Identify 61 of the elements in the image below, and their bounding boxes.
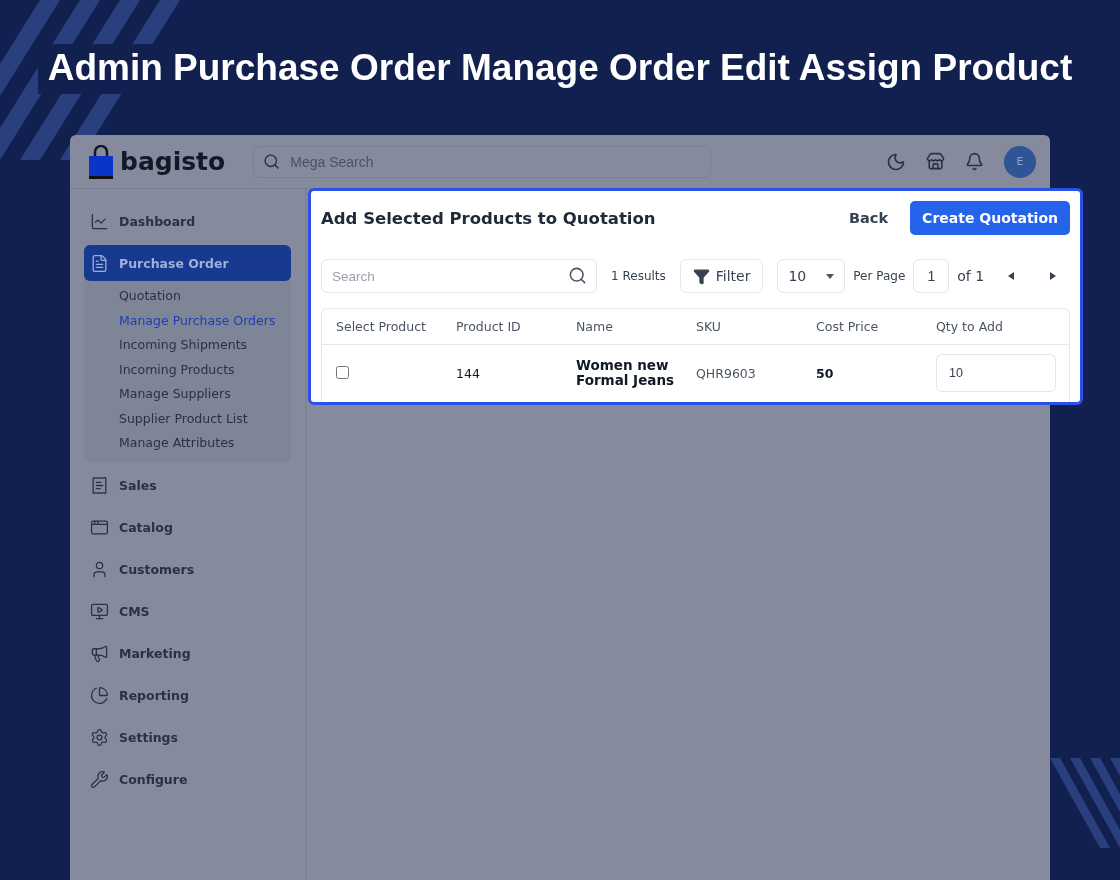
search-icon <box>263 152 281 170</box>
table-cell-text: 144 <box>456 365 481 381</box>
create-quotation-button[interactable]: Create Quotation <box>910 201 1070 235</box>
table-cell-text: Women new Formal Jeans <box>576 358 676 388</box>
sidebar-item[interactable]: Purchase Order <box>84 245 291 281</box>
page-headline: Admin Purchase Order Manage Order Edit Assign Product <box>47 46 1073 89</box>
dialog-title: Add Selected Products to Quotation <box>321 208 657 228</box>
logo-text: bagisto <box>120 147 226 176</box>
submenu-item[interactable]: Quotation <box>84 284 291 309</box>
caret-icon <box>826 272 835 280</box>
column-header: Qty to Add <box>936 319 1004 334</box>
page-field[interactable]: 1 <box>913 259 950 293</box>
sidebar-item[interactable]: Settings <box>84 719 291 756</box>
sidebar-item[interactable]: Sales <box>84 467 291 504</box>
submenu-item[interactable]: Incoming Shipments <box>84 333 291 358</box>
menu-icon <box>90 728 109 747</box>
menu-icon <box>90 770 109 789</box>
row-checkbox[interactable] <box>336 365 349 379</box>
submenu-item[interactable]: Manage Attributes <box>84 431 291 456</box>
submenu-item[interactable]: Manage Suppliers <box>84 382 291 407</box>
menu-icon <box>90 211 109 231</box>
column-header: Cost Price <box>816 319 880 334</box>
sidebar-item[interactable]: Catalog <box>84 509 291 546</box>
column-header: Select Product <box>336 319 427 334</box>
back-button[interactable]: Back <box>849 210 889 226</box>
sidebar-item[interactable]: Configure <box>84 761 291 798</box>
submenu-item[interactable]: Supplier Product List <box>84 406 291 431</box>
submenu-item[interactable]: Manage Purchase Orders <box>84 308 291 333</box>
column-header: SKU <box>696 319 722 334</box>
menu-icon <box>90 602 109 621</box>
column-header: Product ID <box>456 319 522 334</box>
menu-icon <box>90 644 109 663</box>
filter-button[interactable]: Filter <box>679 259 764 293</box>
store-icon[interactable] <box>926 152 945 171</box>
menu-icon <box>90 253 109 273</box>
per-page-label: Per Page <box>853 269 906 283</box>
search-icon <box>568 266 587 285</box>
menu-icon <box>90 518 109 537</box>
previous-icon[interactable] <box>1008 272 1015 280</box>
table-cell-text: 50 <box>816 365 835 381</box>
menu-icon <box>90 686 109 705</box>
column-header: Name <box>576 319 614 334</box>
sidebar-item[interactable]: Customers <box>84 551 291 588</box>
menu-icon <box>90 476 109 495</box>
search-field[interactable]: Mega Search <box>253 145 712 178</box>
per-page-select[interactable]: 10 <box>777 259 846 293</box>
sidebar-item[interactable]: Marketing <box>84 635 291 672</box>
page-total: of 1 <box>957 268 985 284</box>
bag-logo-icon <box>88 144 114 179</box>
results-count: 1 Results <box>611 269 666 283</box>
sidebar-item[interactable]: CMS <box>84 593 291 630</box>
quantity-field[interactable]: 10 <box>936 354 1056 392</box>
filter-icon <box>692 267 710 285</box>
table-cell-text: QHR9603 <box>696 365 757 381</box>
menu-icon <box>90 560 109 579</box>
user-avatar[interactable]: E <box>1004 145 1036 178</box>
sidebar-item[interactable]: Dashboard <box>84 203 291 239</box>
moon-icon[interactable] <box>886 151 906 172</box>
sidebar-item[interactable]: Reporting <box>84 677 291 714</box>
bell-icon[interactable] <box>965 152 984 171</box>
submenu-item[interactable]: Incoming Products <box>84 357 291 382</box>
